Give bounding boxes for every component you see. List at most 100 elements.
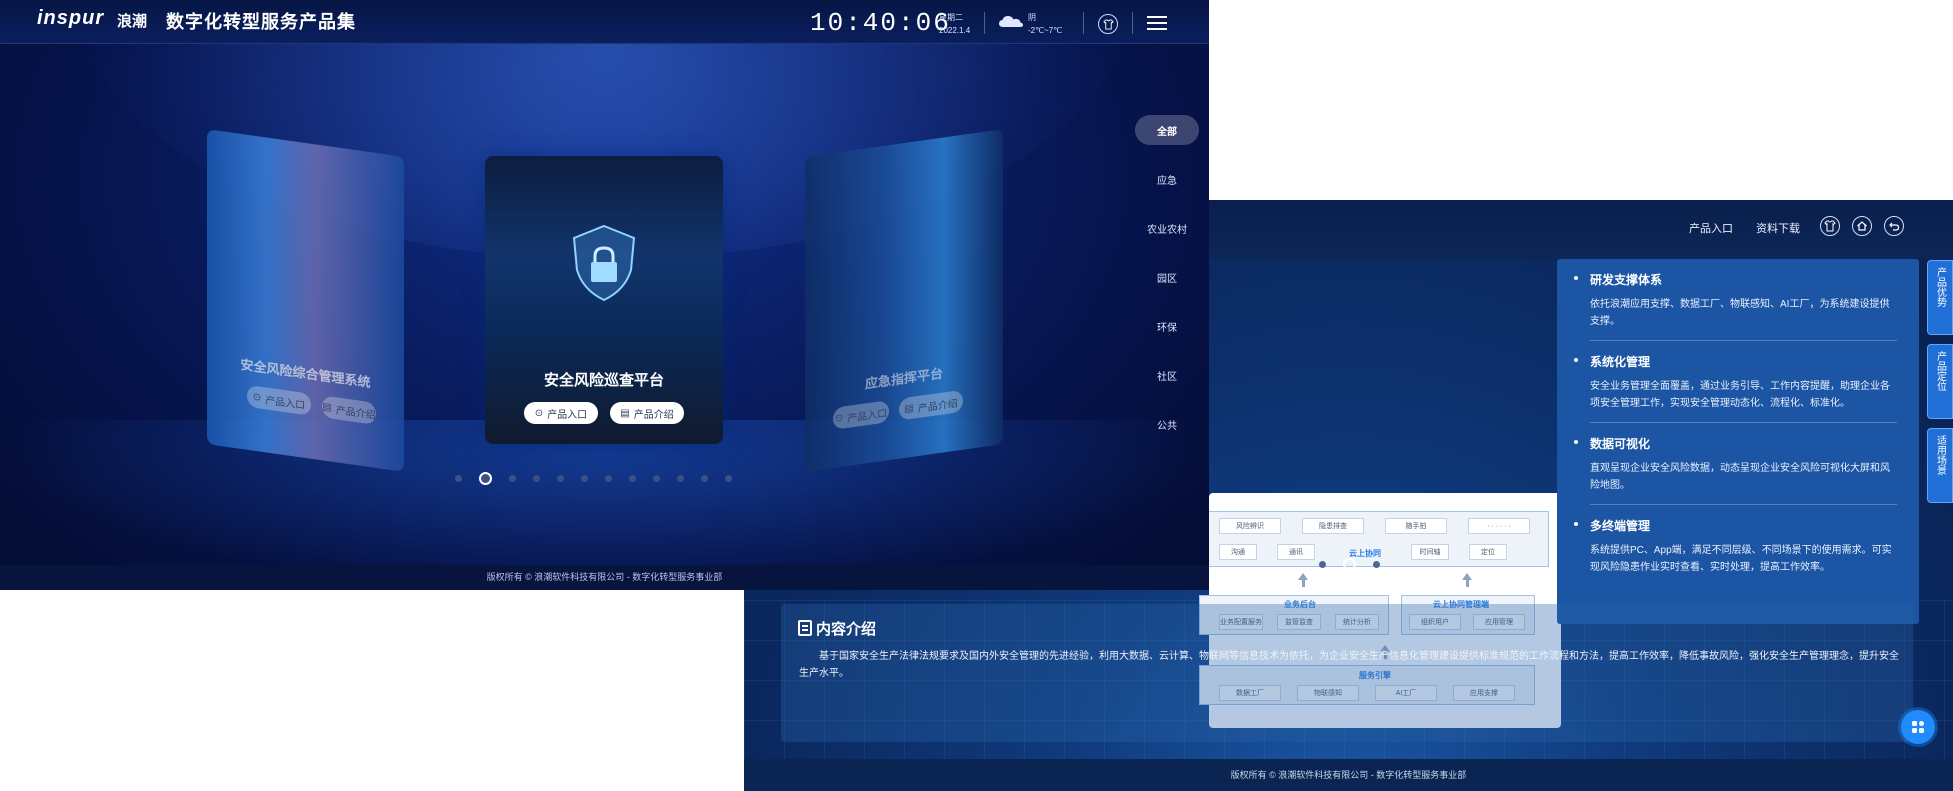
header: inspur 浪潮 数字化转型服务产品集 10:40:06 星期二 2022.1… xyxy=(0,0,1209,44)
tab-label: 产品定位 xyxy=(1934,351,1946,391)
carousel-dot[interactable] xyxy=(725,475,732,482)
product-intro-button[interactable]: ▤ 产品介绍 xyxy=(610,402,684,424)
diagram-box: 随手拍 xyxy=(1385,518,1447,534)
clock: 10:40:06 xyxy=(810,8,951,38)
home-icon[interactable] xyxy=(1852,216,1872,236)
feature-item: 研发支撑体系 依托浪潮应用支撑、数据工厂、物联感知、AI工厂，为系统建设提供支撑… xyxy=(1574,259,1897,341)
carousel-dot[interactable] xyxy=(629,475,636,482)
document-icon: ▤ xyxy=(322,400,332,414)
category-park[interactable]: 园区 xyxy=(1135,262,1199,292)
divider xyxy=(1132,12,1133,34)
category-all[interactable]: 全部 xyxy=(1135,115,1199,145)
feature-title: 多终端管理 xyxy=(1574,517,1897,534)
category-public[interactable]: 公共 xyxy=(1135,409,1199,439)
document-icon: ▤ xyxy=(904,402,914,415)
tab-label: 适用场景 xyxy=(1934,435,1946,475)
temperature: -2℃~7℃ xyxy=(1028,26,1063,35)
carousel-dot[interactable] xyxy=(1373,561,1380,568)
product-card-left[interactable]: 安全风险综合管理系统 ⊙ 产品入口 ▤ 产品介绍 xyxy=(207,129,404,472)
apps-grid-button[interactable] xyxy=(1901,710,1935,744)
arrow-up-icon xyxy=(1298,573,1308,580)
play-circle-icon: ⊙ xyxy=(252,391,262,404)
diagram-box: 隐患排查 xyxy=(1302,518,1364,534)
card-title: 安全风险巡查平台 xyxy=(543,372,664,389)
tab-product-position[interactable]: 产品定位 xyxy=(1927,344,1953,419)
shield-icon xyxy=(572,224,636,302)
carousel-dot[interactable] xyxy=(1319,561,1326,568)
feature-item: 数据可视化 直观呈现企业安全风险数据，动态呈现企业安全风险可视化大屏和风险地图。 xyxy=(1574,423,1897,505)
category-community[interactable]: 社区 xyxy=(1135,360,1199,390)
button-label: 产品入口 xyxy=(547,409,588,421)
weekday: 星期二 xyxy=(939,13,963,22)
card-title: 安全风险综合管理系统 xyxy=(240,356,371,391)
category-agriculture[interactable]: 农业农村 xyxy=(1135,213,1199,243)
cloud-icon xyxy=(999,16,1023,27)
feature-item: 多终端管理 系统提供PC、App端，满足不同层级、不同场景下的使用需求。可实现风… xyxy=(1574,505,1897,576)
diagram-box: · · · · · · xyxy=(1468,518,1530,534)
feature-desc: 安全业务管理全面覆盖，通过业务引导、工作内容提醒，助理企业各项安全管理工作，实现… xyxy=(1590,381,1890,409)
button-label: 产品介绍 xyxy=(633,409,674,421)
intro-title: 内容介绍 xyxy=(816,621,877,638)
play-circle-icon: ⊙ xyxy=(834,412,844,425)
product-entry-button[interactable]: ⊙ 产品入口 xyxy=(247,384,311,416)
product-gallery-screen: inspur 浪潮 数字化转型服务产品集 10:40:06 星期二 2022.1… xyxy=(0,0,1209,590)
download-link[interactable]: 资料下载 xyxy=(1756,220,1800,236)
carousel-dot[interactable] xyxy=(581,475,588,482)
detail-carousel-dots xyxy=(1319,558,1380,571)
feature-desc: 依托浪潮应用支撑、数据工厂、物联感知、AI工厂，为系统建设提供支撑。 xyxy=(1590,299,1890,327)
tab-label: 产品优势 xyxy=(1934,267,1946,307)
document-icon xyxy=(798,620,812,636)
feature-desc: 系统提供PC、App端，满足不同层级、不同场景下的使用需求。可实现风险隐患作业实… xyxy=(1590,545,1892,573)
diagram-box: 定位 xyxy=(1469,544,1507,560)
product-card-center[interactable]: 安全风险巡查平台 ⊙ 产品入口 ▤ 产品介绍 xyxy=(485,156,723,444)
feature-item: 系统化管理 安全业务管理全面覆盖，通过业务引导、工作内容提醒，助理企业各项安全管… xyxy=(1574,341,1897,423)
date: 2022.1.4 xyxy=(939,26,971,35)
shirt-icon[interactable] xyxy=(1820,216,1840,236)
page-title: 数字化转型服务产品集 xyxy=(166,12,356,32)
product-intro-button[interactable]: ▤ 产品介绍 xyxy=(322,395,376,425)
feature-title: 数据可视化 xyxy=(1574,435,1897,452)
button-label: 产品入口 xyxy=(847,407,888,425)
footer: 版权所有 © 浪潮软件科技有限公司 - 数字化转型服务事业部 xyxy=(0,565,1209,590)
carousel-dot[interactable] xyxy=(509,475,516,482)
button-label: 产品入口 xyxy=(265,394,306,412)
intro-body: 基于国家安全生产法律法规要求及国内外安全管理的先进经验，利用大数据、云计算、物联… xyxy=(799,651,1899,679)
product-entry-button[interactable]: ⊙ 产品入口 xyxy=(833,400,889,430)
shirt-icon[interactable] xyxy=(1098,14,1118,34)
feature-title: 研发支撑体系 xyxy=(1574,271,1897,288)
button-label: 产品介绍 xyxy=(335,404,376,422)
feature-title: 系统化管理 xyxy=(1574,353,1897,370)
diagram-box: 时间轴 xyxy=(1411,544,1449,560)
arrow-up-icon xyxy=(1462,573,1472,580)
carousel-dot[interactable] xyxy=(533,475,540,482)
weather-text: 阴 xyxy=(1028,13,1036,22)
footer: 版权所有 © 浪潮软件科技有限公司 - 数字化转型服务事业部 xyxy=(744,759,1953,791)
inspur-logo: inspur xyxy=(37,7,105,29)
menu-icon[interactable] xyxy=(1147,16,1167,30)
category-emergency[interactable]: 应急 xyxy=(1135,164,1199,194)
product-entry-button[interactable]: ⊙ 产品入口 xyxy=(524,402,598,424)
carousel-dot[interactable] xyxy=(677,475,684,482)
document-icon: ▤ xyxy=(620,407,630,419)
back-icon[interactable] xyxy=(1884,216,1904,236)
divider xyxy=(984,12,985,34)
logo-cn: 浪潮 xyxy=(117,13,148,30)
product-intro-button[interactable]: ▤ 产品介绍 xyxy=(899,389,963,421)
carousel-dot[interactable] xyxy=(605,475,612,482)
carousel-dot[interactable] xyxy=(455,475,462,482)
carousel-dot-active[interactable] xyxy=(479,472,492,485)
tab-product-advantage[interactable]: 产品优势 xyxy=(1927,260,1953,335)
product-card-right[interactable]: 应急指挥平台 ⊙ 产品入口 ▤ 产品介绍 xyxy=(805,129,1003,472)
carousel-dot[interactable] xyxy=(701,475,708,482)
carousel-dot[interactable] xyxy=(557,475,564,482)
carousel-dot[interactable] xyxy=(653,475,660,482)
tab-use-scenario[interactable]: 适用场景 xyxy=(1927,428,1953,503)
product-entry-link[interactable]: 产品入口 xyxy=(1689,220,1733,236)
button-label: 产品介绍 xyxy=(917,397,958,415)
feature-panel: 研发支撑体系 依托浪潮应用支撑、数据工厂、物联感知、AI工厂，为系统建设提供支撑… xyxy=(1557,259,1919,624)
feature-desc: 直观呈现企业安全风险数据，动态呈现企业安全风险可视化大屏和风险地图。 xyxy=(1590,463,1890,491)
card-title: 应急指挥平台 xyxy=(864,365,943,392)
diagram-box: 风险辨识 xyxy=(1219,518,1281,534)
category-environment[interactable]: 环保 xyxy=(1135,311,1199,341)
carousel-dot-active[interactable] xyxy=(1343,558,1356,571)
